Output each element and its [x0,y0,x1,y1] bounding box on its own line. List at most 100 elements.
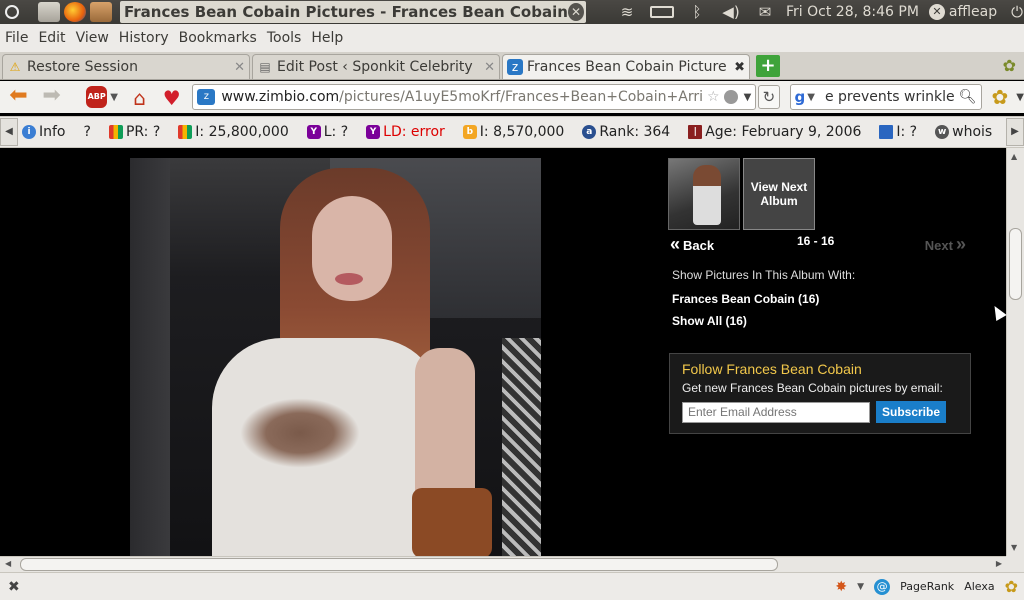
tab-close-icon[interactable]: ✕ [484,60,495,75]
status-bar: ✖ ✸ ▼ @ PageRank Alexa ✿ [0,572,1024,600]
pager: «Back 16 - 16 Next» [670,234,966,254]
subscribe-button[interactable]: Subscribe [876,401,947,423]
seo-yahoo-links[interactable]: Y L: ? [306,124,348,140]
seo-bing-index[interactable]: b I: 8,570,000 [462,124,564,140]
chevron-down-icon[interactable]: ▼ [110,92,118,103]
url-bar[interactable]: z www.zimbio.com/pictures/A1uyE5moKrf/Fr… [192,84,757,110]
back-arrow-icon[interactable]: ⬅ [6,85,31,109]
search-bar[interactable]: g ▼ e prevents wrinkles? 🔍︎ [789,84,982,110]
battery-icon[interactable] [650,6,674,18]
new-tab-button[interactable]: + [756,55,780,77]
firefox-launcher-icon[interactable] [64,2,86,22]
scroll-right-icon[interactable]: ▶ [1006,118,1024,146]
menu-edit[interactable]: Edit [38,30,65,46]
seo-whois[interactable]: w whois [935,124,992,140]
email-field[interactable] [682,401,870,423]
vertical-scrollbar[interactable]: ▲ ▼ [1006,148,1024,556]
bluetooth-icon[interactable]: ᛒ [680,3,714,21]
close-addon-bar-icon[interactable]: ✖ [8,579,20,595]
url-path: /pictures/A1uyE5moKrf/Frances+Bean+Cobai… [339,89,703,105]
alexa-label[interactable]: Alexa [964,580,994,593]
go-icon[interactable] [723,90,738,104]
menu-bookmarks[interactable]: Bookmarks [179,30,257,46]
menu-tools[interactable]: Tools [267,30,302,46]
files-launcher-icon[interactable] [90,2,112,22]
at-sign-icon[interactable]: @ [874,578,891,595]
seo-alexa-rank[interactable]: a Rank: 364 [582,124,670,140]
google-search-engine-icon[interactable]: g [795,88,806,106]
chevron-down-icon[interactable]: ▼ [1016,92,1024,103]
tab-restore-session[interactable]: ⚠ Restore Session ✕ [2,54,250,79]
horizontal-scrollbar[interactable]: ◀ ▶ [0,556,1006,572]
power-icon[interactable]: ⏻ [1011,3,1023,21]
seo-unknown[interactable]: ? [84,124,91,140]
photo-bag [412,488,492,556]
seo-item-label: ? [83,124,91,140]
home-icon[interactable]: ⌂ [128,86,151,110]
seo-dmoz[interactable]: I: ? [879,124,917,140]
menu-help[interactable]: Help [311,30,343,46]
firefox-addon-icon[interactable]: ✸ [835,579,847,595]
reload-icon[interactable]: ↻ [758,85,780,109]
tab-close-icon[interactable]: ✖ [734,60,745,75]
menu-view[interactable]: View [76,30,109,46]
tab-zimbio[interactable]: z Frances Bean Cobain Picture... ✖ [502,54,750,79]
addon-gear-icon[interactable]: ✿ [1005,577,1018,596]
scroll-left-icon[interactable]: ◀ [5,559,11,568]
addon-gear-icon[interactable]: ✿ [992,85,1009,109]
yahoo-links-icon: Y [306,125,321,139]
clock[interactable]: Fri Oct 28, 8:46 PM [786,4,919,20]
scroll-left-icon[interactable]: ◀ [0,118,18,146]
back-link[interactable]: «Back [670,234,714,255]
menu-file[interactable]: File [5,30,28,46]
wifi-icon[interactable]: ≋ [610,3,644,21]
filter-link-frances[interactable]: Frances Bean Cobain (16) [672,292,819,306]
main-photo[interactable] [130,158,541,556]
pagerank-label[interactable]: PageRank [900,580,954,593]
forward-arrow-icon[interactable]: ➡ [39,85,64,109]
next-link[interactable]: Next» [925,234,966,255]
seo-info[interactable]: i Info [22,124,66,140]
chevron-down-icon[interactable]: ▼ [857,582,864,592]
show-pictures-label: Show Pictures In This Album With: [672,268,856,282]
heart-icon[interactable]: ♥ [161,86,182,110]
window-close-icon[interactable]: ✕ [567,3,584,21]
user-menu[interactable]: ✕ affleap [928,4,998,20]
site-identity-icon[interactable]: z [197,89,216,105]
horizontal-scroll-thumb[interactable] [20,558,778,571]
mail-icon[interactable]: ✉ [748,3,782,21]
url-history-dropdown-icon[interactable]: ▼ [744,92,752,103]
back-label: Back [683,238,715,253]
vertical-scroll-thumb[interactable] [1009,228,1022,300]
photo-plaid-shirt [502,338,541,556]
seo-age[interactable]: | Age: February 9, 2006 [688,124,861,140]
notes-launcher-icon[interactable] [38,2,60,22]
status-bar-addons: ✸ ▼ @ PageRank Alexa ✿ [835,577,1018,596]
volume-icon[interactable]: ◀) [714,3,748,21]
bookmark-star-icon[interactable]: ☆ [707,89,720,105]
seo-yahoo-ld[interactable]: Y LD: error [366,124,445,140]
user-name: affleap [948,4,998,20]
scroll-down-icon[interactable]: ▼ [1011,543,1017,552]
url-text[interactable]: www.zimbio.com/pictures/A1uyE5moKrf/Fran… [221,89,703,105]
menu-history[interactable]: History [119,30,169,46]
search-icon[interactable]: 🔍︎ [959,89,977,105]
ubuntu-logo-icon[interactable] [0,0,24,24]
tab-edit-post[interactable]: ▤ Edit Post ‹ Sponkit Celebrity ... ✕ [252,54,500,79]
view-next-album-button[interactable]: View Next Album [743,158,815,230]
photo-face [312,196,392,301]
chevron-down-icon[interactable]: ▼ [807,92,815,103]
follow-subtitle: Get new Frances Bean Cobain pictures by … [682,381,943,395]
whois-icon: w [935,125,950,139]
filter-link-show-all[interactable]: Show All (16) [672,314,747,328]
album-thumbnail[interactable] [668,158,740,230]
scroll-right-icon[interactable]: ▶ [996,559,1002,568]
seo-pagerank[interactable]: PR: ? [108,124,160,140]
seo-google-index[interactable]: I: 25,800,000 [178,124,289,140]
extension-gear-icon[interactable]: ✿ [1003,56,1016,75]
tab-close-icon[interactable]: ✕ [234,60,245,75]
menu-bar: File Edit View History Bookmarks Tools H… [0,24,1024,52]
scroll-up-icon[interactable]: ▲ [1011,152,1017,161]
search-input[interactable]: e prevents wrinkles? [825,89,955,105]
adblock-plus-icon[interactable]: ABP [86,86,108,108]
